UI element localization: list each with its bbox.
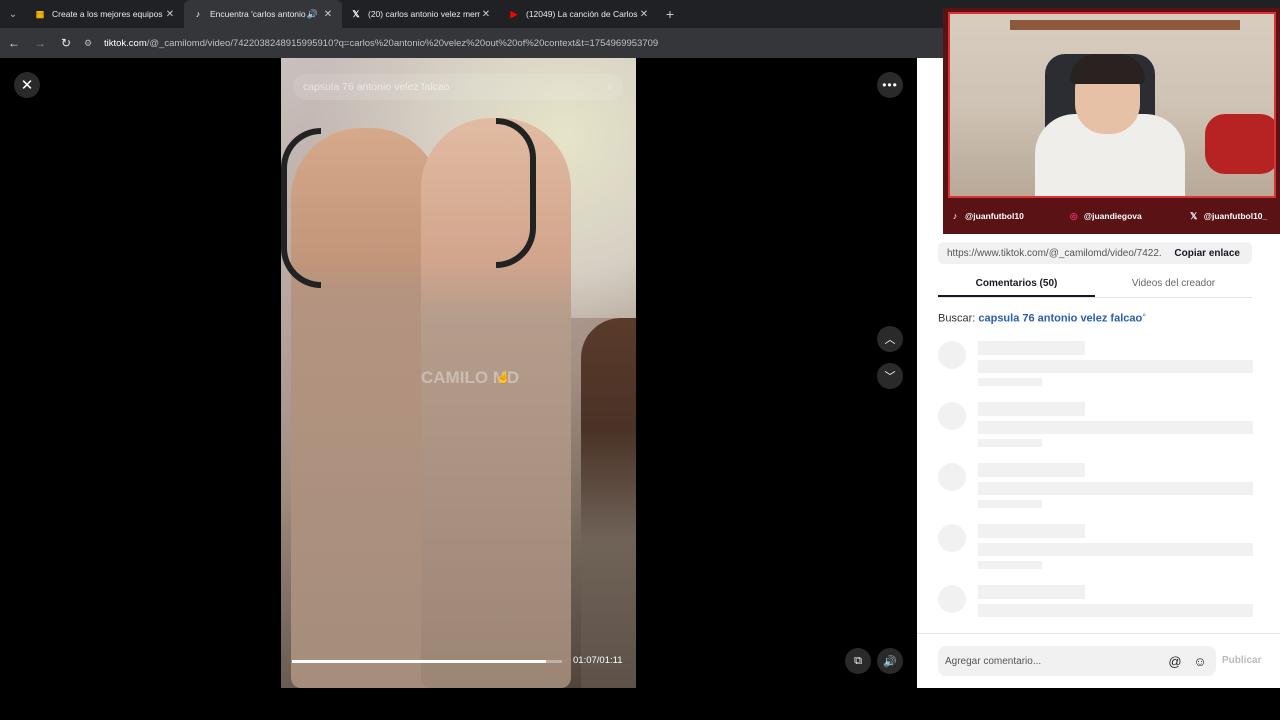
video-search-query: capsula 76 antonio velez falcao <box>303 81 450 93</box>
related-search-link[interactable]: capsula 76 antonio velez falcao <box>978 313 1142 325</box>
headset-shape <box>496 118 536 268</box>
comment-skeleton <box>938 463 1254 513</box>
tiktok-icon: ♪ <box>195 9 201 19</box>
new-tab-plus-icon[interactable]: + <box>658 6 682 22</box>
tab-close-icon[interactable]: ✕ <box>480 9 492 20</box>
tab-title: (12049) La canción de Carlos An <box>526 9 638 19</box>
copy-link-button[interactable]: Copiar enlace <box>1162 248 1252 259</box>
mouse-pointer-icon: ☝ <box>496 370 511 384</box>
video-time: 01:07/01:11 <box>573 655 623 666</box>
social-handle: ♪ @juanfutbol10 <box>949 210 1024 222</box>
back-arrow-icon[interactable]: ← <box>2 31 26 55</box>
search-icon: ⌕ <box>1142 312 1147 319</box>
comment-skeleton <box>938 524 1254 574</box>
comment-bar: Agregar comentario... @ ☺ Publicar <box>917 633 1280 688</box>
emoji-icon[interactable]: ☺ <box>1191 652 1209 670</box>
browser-tab-3[interactable]: 𝕏 (20) carlos antonio velez meme ✕ <box>342 0 500 28</box>
tab-search-chevron-icon[interactable]: ⌄ <box>0 0 26 28</box>
video-player[interactable]: CAMILO MD capsula 76 antonio velez falca… <box>281 58 636 688</box>
tab-close-icon[interactable]: ✕ <box>322 9 334 20</box>
chevron-down-icon[interactable]: ﹀ <box>877 363 903 389</box>
tab-title: (20) carlos antonio velez meme <box>368 9 480 19</box>
related-search: Buscar: capsula 76 antonio velez falcao⌕ <box>938 312 1146 325</box>
tab-close-icon[interactable]: ✕ <box>638 9 650 20</box>
reload-icon[interactable]: ↻ <box>54 31 78 55</box>
url-domain: tiktok.com <box>104 37 147 49</box>
search-icon[interactable]: ⌕ <box>607 81 613 94</box>
x-icon: 𝕏 <box>1190 210 1198 221</box>
headset-shape <box>281 128 321 288</box>
video-search-bar[interactable]: capsula 76 antonio velez falcao ⌕ <box>293 74 623 100</box>
social-handle: ◎ @juandiegova <box>1068 210 1142 222</box>
browser-tab-1[interactable]: ▦ Create a los mejores equipos cu ✕ <box>26 0 184 28</box>
tab-comments[interactable]: Comentarios (50) <box>938 272 1095 297</box>
social-handle: 𝕏 @juanfutbol10_ <box>1188 210 1267 222</box>
tab-title: Encuentra 'carlos antonio v <box>210 9 307 19</box>
youtube-icon: ▶ <box>510 8 518 19</box>
forward-arrow-icon[interactable]: → <box>28 31 52 55</box>
post-button[interactable]: Publicar <box>1222 655 1261 666</box>
video-progress-bar[interactable] <box>292 660 562 663</box>
app-icon: ▦ <box>35 8 45 19</box>
browser-tab-2[interactable]: ♪ Encuentra 'carlos antonio v 🔊 ✕ <box>184 0 342 28</box>
streamer-overlay: ♪ @juanfutbol10 ◎ @juandiegova 𝕏 @juanfu… <box>943 8 1280 234</box>
x-icon: 𝕏 <box>352 8 360 19</box>
tab-title: Create a los mejores equipos cu <box>52 9 164 19</box>
more-options-icon[interactable]: ••• <box>877 72 903 98</box>
webcam-feed <box>948 12 1276 198</box>
tiktok-icon: ♪ <box>952 211 958 221</box>
video-progress-fill <box>292 660 546 663</box>
floating-player-icon[interactable]: ⧉ <box>845 648 871 674</box>
video-stage: ✕ ••• ︿ ﹀ CAMILO MD capsula 76 antonio v… <box>0 58 917 720</box>
chevron-up-icon[interactable]: ︿ <box>877 326 903 352</box>
mention-icon[interactable]: @ <box>1166 652 1184 670</box>
comment-skeleton <box>938 402 1254 452</box>
video-figure-right <box>581 318 636 688</box>
tab-close-icon[interactable]: ✕ <box>164 9 176 20</box>
comment-placeholder: Agregar comentario... <box>945 655 1042 667</box>
social-handles: ♪ @juanfutbol10 ◎ @juandiegova 𝕏 @juanfu… <box>943 204 1280 228</box>
share-link-row: https://www.tiktok.com/@_camilomd/video/… <box>938 242 1252 264</box>
comment-input[interactable]: Agregar comentario... @ ☺ <box>938 646 1216 676</box>
search-prefix: Buscar: <box>938 312 976 325</box>
close-icon[interactable]: ✕ <box>14 72 40 98</box>
comment-skeleton <box>938 585 1254 635</box>
browser-tab-4[interactable]: ▶ (12049) La canción de Carlos An ✕ <box>500 0 658 28</box>
share-link[interactable]: https://www.tiktok.com/@_camilomd/video/… <box>938 248 1162 259</box>
comment-skeleton <box>938 341 1254 391</box>
panel-tabs: Comentarios (50) Videos del creador <box>938 272 1252 298</box>
speaker-icon[interactable]: 🔊 <box>307 9 318 20</box>
volume-icon[interactable]: 🔊 <box>877 648 903 674</box>
tab-creator-videos[interactable]: Videos del creador <box>1095 272 1252 297</box>
site-info-icon[interactable]: ⚙ <box>84 38 98 49</box>
url-field[interactable]: ⚙ tiktok.com/@_camilomd/video/7422038248… <box>84 38 658 49</box>
url-path: /@_camilomd/video/7422038248915995910?q=… <box>146 37 659 49</box>
instagram-icon: ◎ <box>1069 210 1078 221</box>
